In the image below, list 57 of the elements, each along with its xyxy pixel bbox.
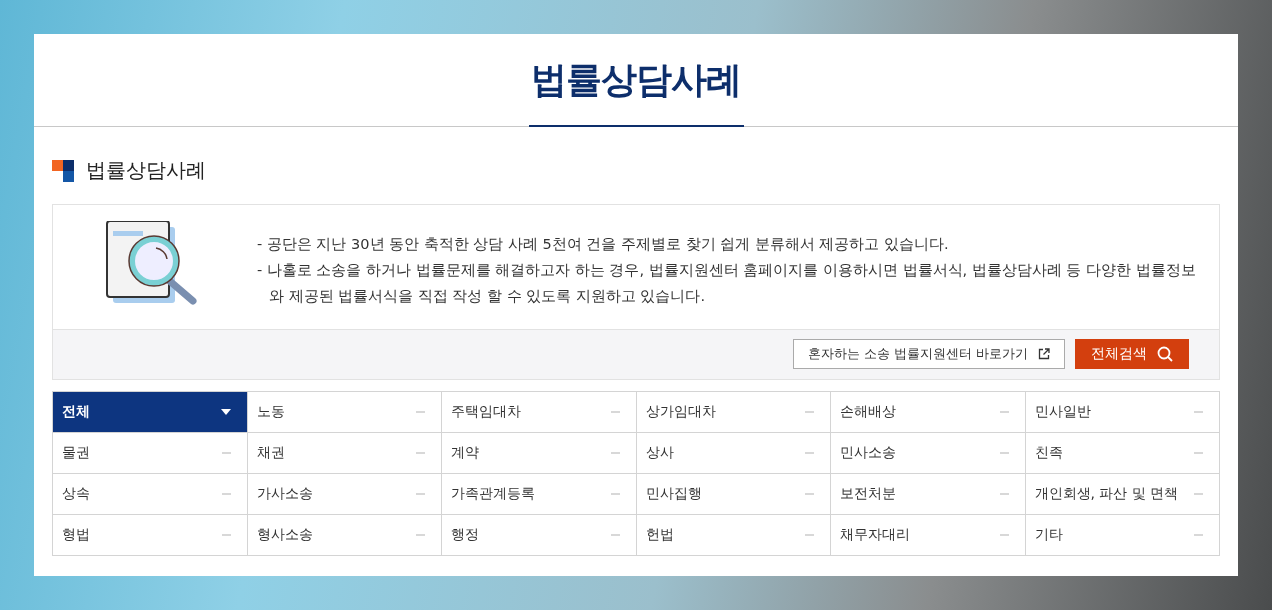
dash-icon bbox=[1194, 452, 1203, 454]
external-link-button[interactable]: 혼자하는 소송 법률지원센터 바로가기 bbox=[792, 339, 1065, 369]
category-tab[interactable]: 가족관계등록 bbox=[442, 474, 637, 515]
category-tab[interactable]: 주택임대차 bbox=[442, 392, 637, 433]
category-tab[interactable]: 형사소송 bbox=[247, 515, 442, 556]
category-tab[interactable]: 전체 bbox=[53, 392, 248, 433]
caret-icon bbox=[220, 409, 231, 415]
dash-icon bbox=[999, 452, 1009, 454]
page-title: 법률상담사례 bbox=[531, 58, 741, 102]
category-tab[interactable]: 상가임대차 bbox=[636, 392, 831, 433]
category-tab[interactable]: 헌법 bbox=[636, 515, 831, 556]
category-tab[interactable]: 행정 bbox=[442, 515, 637, 556]
dash-icon bbox=[221, 452, 231, 454]
dash-icon bbox=[610, 452, 620, 454]
dash-icon bbox=[221, 493, 231, 495]
dash-icon bbox=[805, 452, 814, 454]
category-tab[interactable]: 개인회생, 파산 및 면책 bbox=[1025, 474, 1220, 515]
category-tab[interactable]: 노동 bbox=[247, 392, 442, 433]
intro-text: - 나홀로 소송을 하거나 법률문제를 해결하고자 하는 경우, 법률지원센터 홈페이지를 이용하시면 법률서식, 법률상담사례 등 다양한 법률정보와 제공된 법률서식을 직접 작성 할 수 있도록 지원하고 있습니다. bbox=[257, 261, 1197, 306]
category-tab[interactable]: 친족 bbox=[1025, 433, 1220, 474]
category-tab[interactable]: 상속 bbox=[53, 474, 248, 515]
category-tab[interactable]: 채권 bbox=[247, 433, 442, 474]
dash-icon bbox=[1194, 534, 1203, 536]
search-all-button[interactable]: 전체검색 bbox=[1075, 339, 1189, 369]
external-link-icon bbox=[1038, 348, 1050, 360]
dash-icon bbox=[610, 411, 620, 413]
dash-icon bbox=[416, 411, 425, 413]
category-tab[interactable]: 채무자대리 bbox=[831, 515, 1026, 556]
category-tab[interactable]: 민사일반 bbox=[1025, 392, 1220, 433]
dash-icon bbox=[805, 411, 814, 413]
section-title: 법률상담사례 bbox=[86, 157, 206, 184]
category-tab[interactable]: 손해배상 bbox=[831, 392, 1026, 433]
dash-icon bbox=[999, 534, 1009, 536]
dash-icon bbox=[805, 534, 814, 536]
category-tab[interactable]: 기타 bbox=[1025, 515, 1220, 556]
dash-icon bbox=[1194, 493, 1203, 495]
category-tab[interactable]: 가사소송 bbox=[247, 474, 442, 515]
dash-icon bbox=[416, 493, 425, 495]
dash-icon bbox=[1194, 411, 1203, 413]
dash-icon bbox=[221, 534, 231, 536]
category-tab[interactable]: 민사소송 bbox=[831, 433, 1026, 474]
dash-icon bbox=[999, 411, 1009, 413]
category-tab[interactable]: 상사 bbox=[636, 433, 831, 474]
category-tab[interactable]: 민사집행 bbox=[636, 474, 831, 515]
search-icon bbox=[1157, 346, 1173, 362]
dash-icon bbox=[805, 493, 814, 495]
intro-text: - 공단은 지난 30년 동안 축적한 상담 사례 5천여 건을 주제별로 찾기 쉽게 분류해서 제공하고 있습니다. bbox=[257, 235, 950, 254]
dash-icon bbox=[610, 534, 620, 536]
dash-icon bbox=[999, 493, 1009, 495]
category-tab[interactable]: 계약 bbox=[442, 433, 637, 474]
category-tab[interactable]: 보전처분 bbox=[831, 474, 1026, 515]
category-tab[interactable]: 형법 bbox=[53, 515, 248, 556]
category-tab[interactable]: 물권 bbox=[53, 433, 248, 474]
dash-icon bbox=[416, 534, 425, 536]
dash-icon bbox=[416, 452, 425, 454]
squares-icon bbox=[52, 159, 74, 182]
dash-icon bbox=[610, 493, 620, 495]
